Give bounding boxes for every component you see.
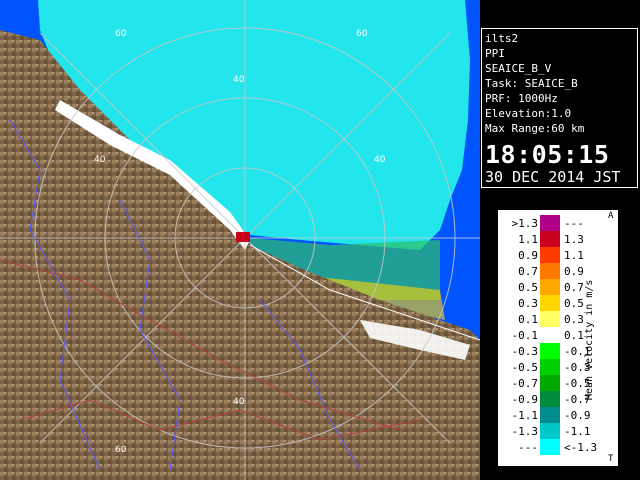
- radar-name: ilts2: [485, 32, 519, 45]
- legend-top-mark: A: [608, 211, 614, 221]
- legend-upper-bound: 1.3: [564, 233, 584, 246]
- legend-swatch: [540, 423, 560, 439]
- elevation: Elevation:1.0: [485, 107, 572, 120]
- legend-swatch: [540, 375, 560, 391]
- legend-swatch: [540, 247, 560, 263]
- legend-swatch: [540, 231, 560, 247]
- legend-upper-bound: 0.9: [564, 265, 584, 278]
- legend-swatch: [540, 343, 560, 359]
- legend-lower-bound: 0.9: [518, 249, 538, 262]
- legend-swatch: [540, 215, 560, 231]
- legend-swatch: [540, 279, 560, 295]
- range-label: 40: [94, 155, 106, 165]
- legend-lower-bound: 1.1: [518, 233, 538, 246]
- legend-lower-bound: -0.1: [511, 329, 539, 342]
- legend-upper-bound: 0.5: [564, 297, 584, 310]
- scan-date: 30 DEC 2014 JST: [485, 168, 621, 186]
- legend-lower-bound: -1.1: [511, 409, 539, 422]
- legend-lower-bound: 0.1: [518, 313, 538, 326]
- legend-swatch: [540, 327, 560, 343]
- legend-lower-bound: ---: [518, 441, 538, 454]
- legend-lower-bound: 0.7: [518, 265, 538, 278]
- range-label: 40: [374, 155, 386, 165]
- legend-upper-bound: ---: [564, 217, 584, 230]
- legend-upper-bound: 1.1: [564, 249, 584, 262]
- legend-upper-bound: -0.5: [564, 377, 591, 390]
- legend-swatch: [540, 311, 560, 327]
- legend-lower-bound: -0.3: [511, 345, 539, 358]
- scan-mode: PPI: [485, 47, 505, 60]
- legend-swatch: [540, 263, 560, 279]
- legend-upper-bound: -0.9: [564, 409, 591, 422]
- scan-info-panel: ilts2 PPI SEAICE_B_V Task: SEAICE_B PRF:…: [481, 28, 638, 188]
- legend-lower-bound: -1.3: [511, 425, 539, 438]
- range-label: 60: [115, 29, 127, 39]
- legend-upper-bound: <-1.3: [564, 441, 598, 454]
- legend-upper-bound: -0.7: [564, 393, 591, 406]
- range-label: 40: [233, 397, 245, 407]
- legend-swatch: [540, 359, 560, 375]
- legend-lower-bound: -0.9: [511, 393, 539, 406]
- legend-upper-bound: -1.1: [564, 425, 591, 438]
- legend-upper-bound: -0.1: [564, 345, 591, 358]
- legend-lower-bound: 0.3: [518, 297, 538, 310]
- legend-lower-bound: 0.5: [518, 281, 538, 294]
- range-label: 40: [233, 75, 245, 85]
- max-range: Max Range:60 km: [485, 122, 585, 135]
- legend-lower-bound: >1.3: [511, 217, 539, 230]
- prf: PRF: 1000Hz: [485, 92, 558, 105]
- legend-bottom-mark: T: [608, 454, 614, 464]
- legend-upper-bound: 0.7: [564, 281, 584, 294]
- scan-time: 18:05:15: [485, 140, 610, 169]
- legend-swatch: [540, 407, 560, 423]
- velocity-color-legend: A T Mean Velocity in m/s >1.3 --- 1.1 1.3 0.…: [498, 210, 618, 466]
- legend-upper-bound: -0.3: [564, 361, 591, 374]
- radar-ppi-display: 60 60 40 40 40 40 60: [0, 0, 480, 480]
- legend-upper-bound: 0.1: [564, 329, 584, 342]
- range-label: 60: [356, 29, 368, 39]
- legend-swatch: [540, 439, 560, 455]
- legend-lower-bound: -0.5: [511, 361, 539, 374]
- legend-upper-bound: 0.3: [564, 313, 584, 326]
- legend-swatch: [540, 391, 560, 407]
- range-label: 60: [115, 445, 127, 455]
- product-name: SEAICE_B_V: [485, 62, 552, 75]
- legend-swatch: [540, 295, 560, 311]
- legend-lower-bound: -0.7: [511, 377, 539, 390]
- task-name: Task: SEAICE_B: [485, 77, 578, 90]
- radar-site-marker: [236, 232, 250, 242]
